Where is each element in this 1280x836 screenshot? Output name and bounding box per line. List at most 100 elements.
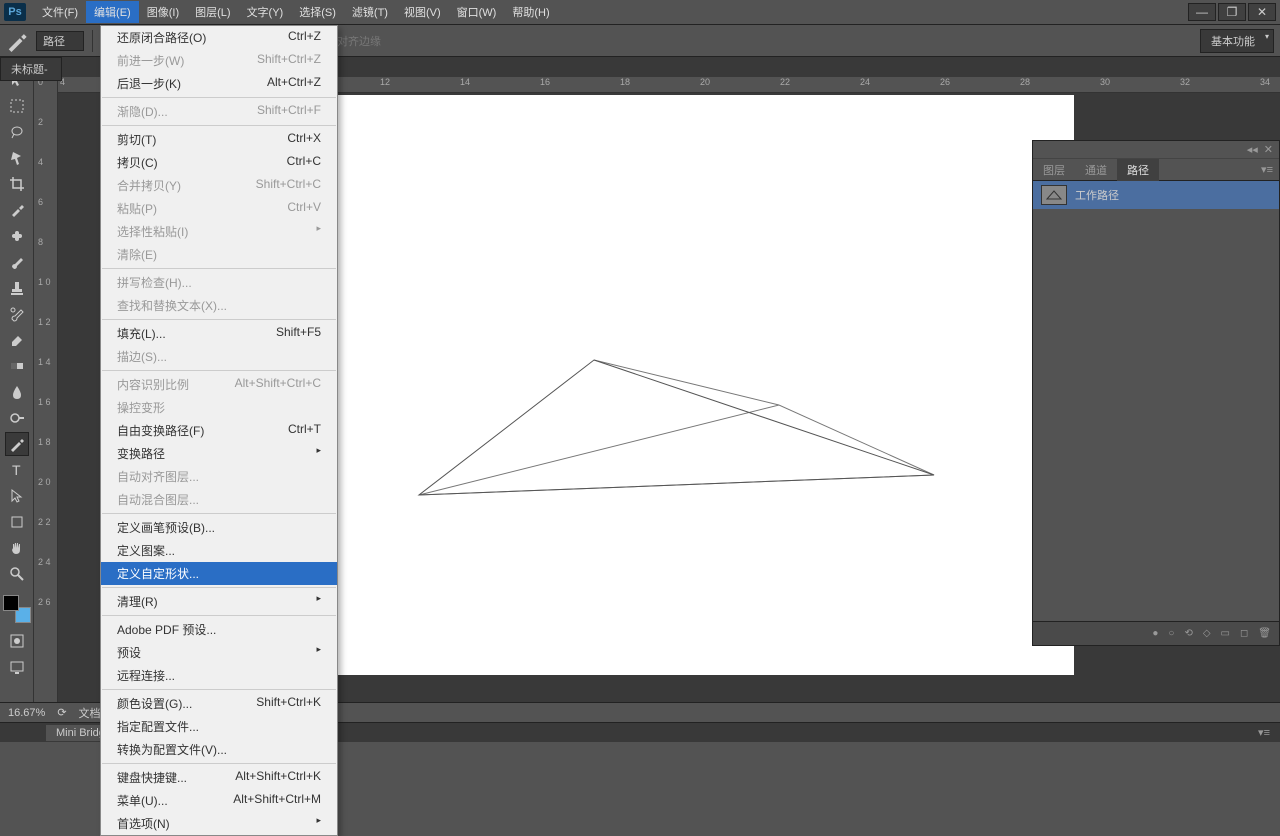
menu-window[interactable]: 窗口(W) — [449, 1, 505, 23]
dodge-tool[interactable] — [5, 406, 29, 430]
menu-define-pattern[interactable]: 定义图案... — [101, 539, 337, 562]
delete-path-icon[interactable]: 🗑 — [1258, 628, 1271, 639]
marquee-tool[interactable] — [5, 94, 29, 118]
ruler-tick: 18 — [618, 77, 698, 92]
menu-adobe-pdf[interactable]: Adobe PDF 预设... — [101, 618, 337, 641]
crop-tool[interactable] — [5, 172, 29, 196]
menu-preferences[interactable]: 首选项(N) — [101, 812, 337, 835]
lasso-tool[interactable] — [5, 120, 29, 144]
menu-type[interactable]: 文字(Y) — [239, 1, 292, 23]
edit-dropdown-menu: 还原闭合路径(O)Ctrl+Z 前进一步(W)Shift+Ctrl+Z 后退一步… — [100, 25, 338, 836]
tab-paths[interactable]: 路径 — [1117, 159, 1159, 181]
quick-mask-icon[interactable] — [5, 629, 29, 653]
path-item-work-path[interactable]: 工作路径 — [1033, 181, 1279, 209]
quick-select-tool[interactable] — [5, 146, 29, 170]
align-edges-label: 对齐边缘 — [337, 33, 381, 49]
canvas[interactable] — [244, 95, 1074, 675]
menu-undo-close-path[interactable]: 还原闭合路径(O)Ctrl+Z — [101, 26, 337, 49]
menu-paste: 粘贴(P)Ctrl+V — [101, 197, 337, 220]
hand-tool[interactable] — [5, 536, 29, 560]
menu-define-custom-shape[interactable]: 定义自定形状... — [101, 562, 337, 585]
menu-fill[interactable]: 填充(L)...Shift+F5 — [101, 322, 337, 345]
menu-layer[interactable]: 图层(L) — [187, 1, 238, 23]
menu-color-settings[interactable]: 颜色设置(G)...Shift+Ctrl+K — [101, 692, 337, 715]
menu-select[interactable]: 选择(S) — [291, 1, 344, 23]
document-tab[interactable]: 未标题- — [0, 57, 62, 81]
menu-convert-profile[interactable]: 转换为配置文件(V)... — [101, 738, 337, 761]
menu-puppet-warp: 操控变形 — [101, 396, 337, 419]
mask-icon[interactable]: ▭ — [1221, 628, 1230, 639]
panel-collapse-icon[interactable]: ◂◂ — [1247, 143, 1258, 156]
color-swatches[interactable] — [3, 595, 31, 623]
load-selection-icon[interactable]: ⟲ — [1184, 628, 1192, 639]
menu-copy-merged: 合并拷贝(Y)Shift+Ctrl+C — [101, 174, 337, 197]
menu-copy[interactable]: 拷贝(C)Ctrl+C — [101, 151, 337, 174]
stroke-path-icon[interactable]: ○ — [1168, 628, 1174, 639]
menu-menus[interactable]: 菜单(U)...Alt+Shift+Ctrl+M — [101, 789, 337, 812]
menu-content-aware-scale: 内容识别比例Alt+Shift+Ctrl+C — [101, 373, 337, 396]
panel-footer: ● ○ ⟲ ◇ ▭ ◻ 🗑 — [1033, 621, 1279, 645]
shape-tool[interactable] — [5, 510, 29, 534]
menu-image[interactable]: 图像(I) — [139, 1, 187, 23]
ruler-tick: 34 — [1258, 77, 1280, 92]
menubar: 文件(F) 编辑(E) 图像(I) 图层(L) 文字(Y) 选择(S) 滤镜(T… — [34, 1, 558, 23]
zoom-level[interactable]: 16.67% — [8, 707, 45, 719]
ruler-tick: 14 — [458, 77, 538, 92]
window-controls: — ❐ ✕ — [1188, 3, 1276, 21]
type-tool[interactable]: T — [5, 458, 29, 482]
sync-icon[interactable]: ⟳ — [57, 706, 66, 719]
tab-layers[interactable]: 图层 — [1033, 159, 1075, 181]
bottom-menu-icon[interactable]: ▾≡ — [1258, 726, 1280, 739]
foreground-color[interactable] — [3, 595, 19, 611]
path-mode-dropdown[interactable]: 路径 — [36, 31, 84, 51]
menu-purge[interactable]: 清理(R) — [101, 590, 337, 613]
eyedropper-tool[interactable] — [5, 198, 29, 222]
menu-cut[interactable]: 剪切(T)Ctrl+X — [101, 128, 337, 151]
app-logo: Ps — [4, 3, 26, 21]
menu-free-transform-path[interactable]: 自由变换路径(F)Ctrl+T — [101, 419, 337, 442]
make-path-icon[interactable]: ◇ — [1203, 628, 1211, 639]
tab-channels[interactable]: 通道 — [1075, 159, 1117, 181]
zoom-tool[interactable] — [5, 562, 29, 586]
gradient-tool[interactable] — [5, 354, 29, 378]
menu-filter[interactable]: 滤镜(T) — [344, 1, 396, 23]
fill-path-icon[interactable]: ● — [1152, 628, 1158, 639]
menu-file[interactable]: 文件(F) — [34, 1, 86, 23]
ruler-tick: 2 4 — [34, 557, 57, 567]
brush-tool[interactable] — [5, 250, 29, 274]
toolbox: T — [0, 57, 34, 717]
path-select-tool[interactable] — [5, 484, 29, 508]
menu-presets[interactable]: 预设 — [101, 641, 337, 664]
history-brush-tool[interactable] — [5, 302, 29, 326]
menu-keyboard-shortcuts[interactable]: 键盘快捷键...Alt+Shift+Ctrl+K — [101, 766, 337, 789]
panel-close-icon[interactable]: ✕ — [1264, 143, 1273, 156]
ruler-tick: 32 — [1178, 77, 1258, 92]
menu-remote-connect[interactable]: 远程连接... — [101, 664, 337, 687]
menu-help[interactable]: 帮助(H) — [504, 1, 557, 23]
new-path-icon[interactable]: ◻ — [1240, 628, 1248, 639]
panel-menu-icon[interactable]: ▾≡ — [1261, 163, 1273, 176]
menu-transform-path[interactable]: 变换路径 — [101, 442, 337, 465]
menu-view[interactable]: 视图(V) — [396, 1, 449, 23]
minimize-button[interactable]: — — [1188, 3, 1216, 21]
menu-step-backward[interactable]: 后退一步(K)Alt+Ctrl+Z — [101, 72, 337, 95]
menu-edit[interactable]: 编辑(E) — [86, 1, 139, 23]
close-button[interactable]: ✕ — [1248, 3, 1276, 21]
heal-tool[interactable] — [5, 224, 29, 248]
menu-assign-profile[interactable]: 指定配置文件... — [101, 715, 337, 738]
workspace-switcher[interactable]: 基本功能 — [1200, 29, 1274, 53]
screen-mode-icon[interactable] — [5, 655, 29, 679]
ruler-tick: 2 0 — [34, 477, 57, 487]
stamp-tool[interactable] — [5, 276, 29, 300]
pen-tool[interactable] — [5, 432, 29, 456]
titlebar: Ps 文件(F) 编辑(E) 图像(I) 图层(L) 文字(Y) 选择(S) 滤… — [0, 0, 1280, 25]
ruler-tick: 16 — [538, 77, 618, 92]
ruler-tick: 1 0 — [34, 277, 57, 287]
ruler-tick: 26 — [938, 77, 1018, 92]
ruler-tick: 22 — [778, 77, 858, 92]
pen-tool-icon[interactable] — [6, 30, 28, 52]
blur-tool[interactable] — [5, 380, 29, 404]
eraser-tool[interactable] — [5, 328, 29, 352]
menu-define-brush[interactable]: 定义画笔预设(B)... — [101, 516, 337, 539]
maximize-button[interactable]: ❐ — [1218, 3, 1246, 21]
